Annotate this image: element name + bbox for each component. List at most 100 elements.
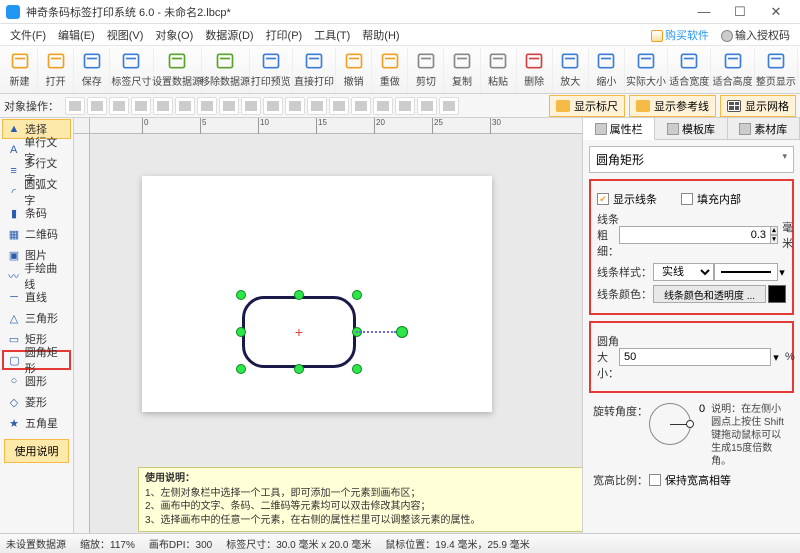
align-btn-1[interactable] — [65, 97, 85, 115]
tool-五角星[interactable]: ★五角星 — [2, 413, 71, 433]
tool-label: 条码 — [25, 205, 47, 221]
keep-aspect-checkbox[interactable] — [649, 474, 661, 486]
toolbar-保存[interactable]: 保存 — [74, 48, 110, 92]
toolbar-label: 复制 — [452, 73, 472, 88]
show-line-checkbox[interactable]: ✔ — [597, 193, 609, 205]
fill-inside-checkbox[interactable] — [681, 193, 693, 205]
resize-handle-n[interactable] — [294, 290, 304, 300]
menu-view[interactable]: 视图(V) — [101, 25, 150, 45]
toolbar-移除数据源[interactable]: 移除数据源 — [202, 48, 250, 92]
toolbar-打开[interactable]: 打开 — [38, 48, 74, 92]
menu-datasource[interactable]: 数据源(D) — [199, 25, 259, 45]
toolbar-重做[interactable]: 重做 — [372, 48, 408, 92]
align-btn-16[interactable] — [395, 97, 415, 115]
toolbar-label: 设置数据源 — [152, 73, 202, 88]
resize-handle-se[interactable] — [352, 364, 362, 374]
line-width-input[interactable] — [619, 226, 771, 244]
toolbar-label: 适合宽度 — [669, 73, 709, 88]
selected-shape[interactable]: + — [242, 296, 356, 368]
align-btn-4[interactable] — [131, 97, 151, 115]
align-btn-11[interactable] — [285, 97, 305, 115]
toolbar-粘贴[interactable]: 粘贴 — [481, 48, 517, 92]
align-btn-3[interactable] — [109, 97, 129, 115]
toolbar-剪切[interactable]: 剪切 — [408, 48, 444, 92]
toolbar-整页显示[interactable]: 整页显示 — [755, 48, 798, 92]
resize-handle-ne[interactable] — [352, 290, 362, 300]
tab-properties[interactable]: 属性栏 — [583, 118, 655, 140]
align-btn-17[interactable] — [417, 97, 437, 115]
toolbar-适合高度[interactable]: 适合高度 — [711, 48, 754, 92]
align-btn-15[interactable] — [373, 97, 393, 115]
toolbar-label: 实际大小 — [626, 73, 666, 88]
enter-auth-link[interactable]: 输入授权码 — [715, 25, 796, 45]
tool-二维码[interactable]: ▦二维码 — [2, 224, 71, 244]
line-color-swatch[interactable] — [768, 285, 786, 303]
align-btn-8[interactable] — [219, 97, 239, 115]
resize-handle-sw[interactable] — [236, 364, 246, 374]
maximize-button[interactable]: ☐ — [722, 0, 758, 24]
toolbar-复制[interactable]: 复制 — [444, 48, 480, 92]
menu-help[interactable]: 帮助(H) — [356, 25, 405, 45]
menu-object[interactable]: 对象(O) — [149, 25, 199, 45]
line-style-preview[interactable] — [714, 263, 779, 281]
align-btn-2[interactable] — [87, 97, 107, 115]
resize-handle-nw[interactable] — [236, 290, 246, 300]
line-width-spinner[interactable]: ▴▾ — [770, 226, 778, 244]
shape-type-dropdown[interactable]: 圆角矩形 — [589, 146, 794, 173]
align-btn-6[interactable] — [175, 97, 195, 115]
align-btn-5[interactable] — [153, 97, 173, 115]
toolbar-缩小[interactable]: 缩小 — [589, 48, 625, 92]
tab-templates[interactable]: 模板库 — [655, 118, 727, 139]
line-color-button[interactable]: 线条颜色和透明度 ... — [653, 285, 766, 303]
toolbar-icon — [379, 51, 401, 71]
toolbar-标签尺寸[interactable]: 标签尺寸 — [110, 48, 153, 92]
tool-手绘曲线[interactable]: 〰手绘曲线 — [2, 266, 71, 286]
toolbar-撤销[interactable]: 撤销 — [336, 48, 372, 92]
menu-tools[interactable]: 工具(T) — [308, 25, 356, 45]
align-btn-10[interactable] — [263, 97, 283, 115]
align-btn-7[interactable] — [197, 97, 217, 115]
tab-materials[interactable]: 素材库 — [728, 118, 800, 139]
menu-file[interactable]: 文件(F) — [4, 25, 52, 45]
toolbar-label: 粘贴 — [488, 73, 508, 88]
toolbar-适合宽度[interactable]: 适合宽度 — [668, 48, 711, 92]
tool-菱形[interactable]: ◇菱形 — [2, 392, 71, 412]
align-btn-13[interactable] — [329, 97, 349, 115]
close-button[interactable]: ✕ — [758, 0, 794, 24]
toolbar-实际大小[interactable]: 实际大小 — [625, 48, 668, 92]
toolbar-删除[interactable]: 删除 — [517, 48, 553, 92]
align-btn-14[interactable] — [351, 97, 371, 115]
toggle-grid[interactable]: 显示网格 — [720, 95, 796, 117]
buy-software-link[interactable]: 购买软件 — [645, 25, 715, 45]
menu-print[interactable]: 打印(P) — [260, 25, 309, 45]
rotate-dial[interactable] — [649, 403, 691, 445]
tool-圆弧文字[interactable]: ◜圆弧文字 — [2, 182, 71, 202]
align-btn-9[interactable] — [241, 97, 261, 115]
tool-圆角矩形[interactable]: ▢圆角矩形 — [2, 350, 71, 370]
corner-group: 圆角大小： ▾ % — [589, 321, 794, 393]
line-style-select[interactable]: 实线 — [653, 263, 714, 281]
tool-label: 二维码 — [25, 226, 58, 242]
minimize-button[interactable]: ― — [686, 0, 722, 24]
menu-edit[interactable]: 编辑(E) — [52, 25, 101, 45]
toolbar-设置数据源[interactable]: 设置数据源 — [154, 48, 202, 92]
tool-三角形[interactable]: △三角形 — [2, 308, 71, 328]
align-btn-18[interactable] — [439, 97, 459, 115]
ruler-tick: 5 — [200, 118, 206, 134]
rotation-handle[interactable] — [396, 326, 408, 338]
align-btn-12[interactable] — [307, 97, 327, 115]
label-page[interactable]: + — [142, 176, 492, 412]
toolbar-放大[interactable]: 放大 — [553, 48, 589, 92]
toolbar-新建[interactable]: 新建 — [2, 48, 38, 92]
resize-handle-s[interactable] — [294, 364, 304, 374]
toggle-guides[interactable]: 显示参考线 — [629, 95, 716, 117]
usage-help-button[interactable]: 使用说明 — [4, 439, 69, 463]
tool-icon: △ — [7, 311, 21, 325]
tool-label: 圆形 — [25, 373, 47, 389]
toolbar-直接打印[interactable]: 直接打印 — [293, 48, 336, 92]
toolbar-打印预览[interactable]: 打印预览 — [250, 48, 293, 92]
canvas-area[interactable]: 051015202530 + ✕ 使用说明： 1、左侧对象栏中选择一个 — [74, 118, 582, 533]
toggle-ruler[interactable]: 显示标尺 — [549, 95, 625, 117]
resize-handle-w[interactable] — [236, 327, 246, 337]
corner-size-input[interactable] — [619, 348, 771, 366]
